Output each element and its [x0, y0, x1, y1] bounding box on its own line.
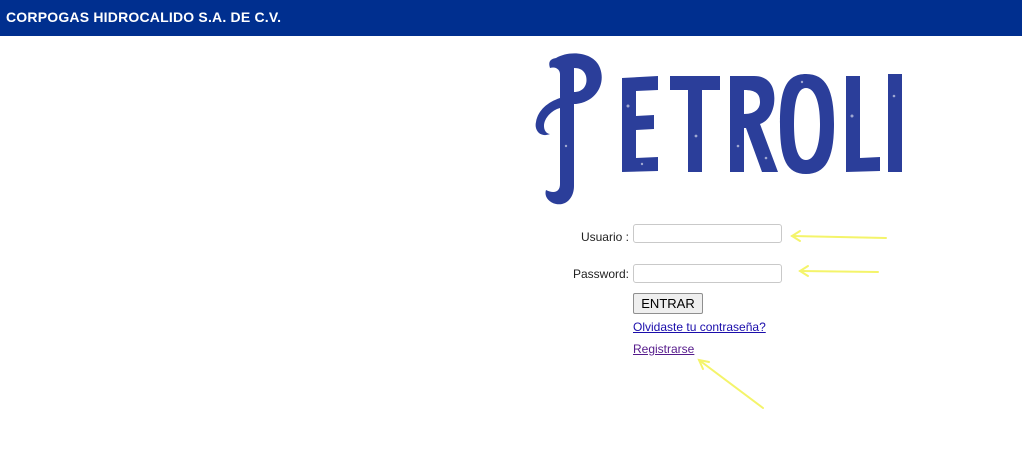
entrar-button[interactable]: ENTRAR [633, 293, 703, 314]
arrow-password [799, 270, 879, 273]
register-link[interactable]: Registrarse [633, 342, 694, 356]
usuario-input[interactable] [633, 224, 782, 243]
header-bar: CORPOGAS HIDROCALIDO S.A. DE C.V. [0, 0, 1022, 36]
arrow-register [698, 359, 764, 409]
arrow-usuario-head [790, 230, 801, 242]
usuario-label: Usuario : [580, 230, 629, 244]
petroli-logo [530, 46, 910, 212]
arrow-register-head [697, 358, 710, 370]
arrow-usuario [791, 235, 887, 239]
password-label: Password: [572, 267, 629, 281]
petroli-logo-graphic [535, 53, 902, 205]
company-name: CORPOGAS HIDROCALIDO S.A. DE C.V. [6, 9, 282, 25]
password-input[interactable] [633, 264, 782, 283]
arrow-password-head [798, 265, 809, 277]
forgot-password-link[interactable]: Olvidaste tu contraseña? [633, 320, 766, 334]
